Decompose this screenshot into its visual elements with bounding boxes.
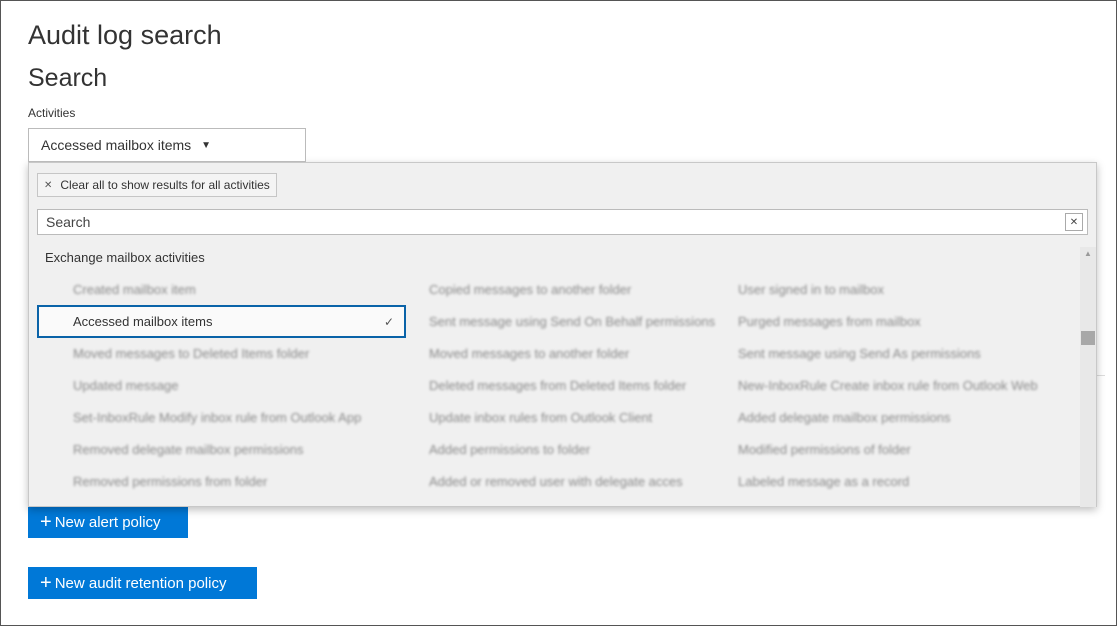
chevron-down-icon: ▼ [201,139,212,151]
activities-dropdown[interactable]: Accessed mailbox items ▼ [28,128,306,162]
search-placeholder: Search [46,214,91,230]
activity-item[interactable]: Removed delegate mailbox permissions [73,442,304,457]
activity-item[interactable]: Update inbox rules from Outlook Client [429,410,652,425]
activity-item[interactable]: Set-InboxRule Modify inbox rule from Out… [73,410,361,425]
clear-search-icon[interactable]: ✕ [1065,213,1083,231]
activity-item[interactable]: Copied messages to another folder [429,282,631,297]
activity-item-selected[interactable]: Accessed mailbox items ✓ [37,305,406,338]
close-icon: ✕ [44,179,53,191]
new-alert-policy-label: New alert policy [54,513,161,531]
activity-item[interactable]: Sent message using Send As permissions [738,346,981,361]
group-heading: Exchange mailbox activities [45,250,205,265]
activity-item[interactable]: Added delegate mailbox permissions [738,410,950,425]
activity-item[interactable]: User signed in to mailbox [738,282,884,297]
plus-icon: + [40,511,52,533]
scroll-up-icon[interactable]: ▲ [1084,249,1092,258]
activity-item[interactable]: Removed permissions from folder [73,474,267,489]
panel-scrollbar[interactable]: ▲ [1080,247,1096,507]
plus-icon: + [40,572,52,594]
activity-item[interactable]: Labeled message as a record [738,474,909,489]
section-title: Search [28,64,108,92]
new-alert-policy-button[interactable]: + New alert policy [28,506,188,538]
activities-search-input[interactable]: Search ✕ [37,209,1088,235]
activity-item[interactable]: Created mailbox item [73,282,196,297]
clear-all-label: Clear all to show results for all activi… [60,178,270,192]
activity-item[interactable]: New-InboxRule Create inbox rule from Out… [738,378,1038,393]
activity-item[interactable]: Updated message [73,378,179,393]
activity-item-label: Accessed mailbox items [73,314,213,329]
activity-item[interactable]: Added or removed user with delegate acce… [429,474,683,489]
new-audit-retention-policy-label: New audit retention policy [54,574,227,592]
activities-label: Activities [28,106,76,120]
activity-item[interactable]: Moved messages to another folder [429,346,629,361]
activity-item[interactable]: Purged messages from mailbox [738,314,921,329]
activity-item[interactable]: Moved messages to Deleted Items folder [73,346,309,361]
activity-item[interactable]: Sent message using Send On Behalf permis… [429,314,715,329]
background-divider [1097,375,1105,376]
activity-item[interactable]: Added permissions to folder [429,442,590,457]
activities-dropdown-panel: ✕ Clear all to show results for all acti… [28,162,1097,507]
activities-dropdown-value: Accessed mailbox items [41,137,192,153]
scrollbar-thumb[interactable] [1081,331,1095,345]
clear-all-chip[interactable]: ✕ Clear all to show results for all acti… [37,173,277,197]
new-audit-retention-policy-button[interactable]: + New audit retention policy [28,567,257,599]
activity-item[interactable]: Deleted messages from Deleted Items fold… [429,378,686,393]
page-title: Audit log search [28,20,222,50]
checkmark-icon: ✓ [383,314,394,329]
activity-item[interactable]: Modified permissions of folder [738,442,911,457]
